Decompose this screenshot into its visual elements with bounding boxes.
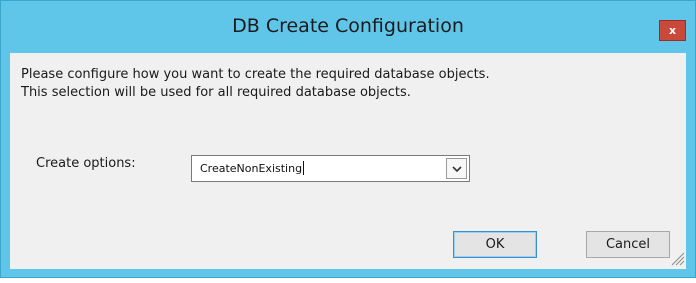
- description-text: Please configure how you want to create …: [21, 66, 490, 102]
- title-bar[interactable]: DB Create Configuration x: [1, 1, 695, 53]
- dialog-body: Please configure how you want to create …: [10, 53, 686, 269]
- close-button[interactable]: x: [659, 20, 686, 41]
- ok-button[interactable]: OK: [453, 231, 537, 258]
- text-caret: [303, 161, 305, 175]
- cancel-button[interactable]: Cancel: [586, 231, 670, 258]
- create-options-label: Create options:: [36, 156, 136, 171]
- create-options-value[interactable]: CreateNonExisting: [200, 161, 305, 175]
- description-line-2: This selection will be used for all requ…: [21, 85, 411, 100]
- window-title: DB Create Configuration: [232, 15, 464, 37]
- dropdown-arrow-button[interactable]: [446, 158, 467, 179]
- resize-grip-icon[interactable]: [669, 250, 685, 266]
- description-line-1: Please configure how you want to create …: [21, 67, 490, 82]
- dialog-window: DB Create Configuration x Please configu…: [0, 0, 696, 278]
- close-icon: x: [668, 24, 677, 37]
- create-options-dropdown[interactable]: CreateNonExisting: [191, 155, 470, 182]
- chevron-down-icon: [452, 166, 462, 173]
